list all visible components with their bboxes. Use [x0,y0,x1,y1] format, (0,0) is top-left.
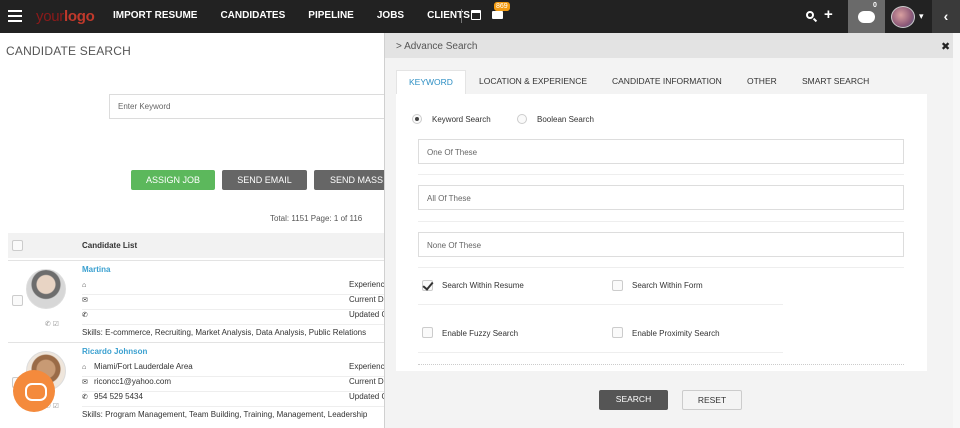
page-title: CANDIDATE SEARCH [6,44,131,58]
menu-pipeline[interactable]: PIPELINE [308,10,354,21]
experience-label: Experienc [349,362,385,371]
tab-smart-search[interactable]: SMART SEARCH [790,70,881,94]
candidate-name[interactable]: Martina [82,265,110,274]
current-label: Current D [349,377,384,386]
advance-search-panel: > Advance Search ✖ KEYWORD LOCATION & EX… [384,33,954,428]
phone-icon: ✆ [82,312,88,319]
page-scrollbar[interactable] [953,33,960,428]
keyword-search-radio[interactable] [412,114,422,124]
select-all-checkbox[interactable] [12,240,23,251]
candidate-skills: Skills: E-commerce, Recruiting, Market A… [82,328,367,337]
logo-text-your: your [36,8,64,25]
live-chat-icon[interactable] [13,370,55,412]
send-mass-email-button[interactable]: SEND MASS E [314,170,394,190]
tab-location-experience[interactable]: LOCATION & EXPERIENCE [467,70,599,94]
envelope-icon: ✉ [82,379,88,386]
reset-button[interactable]: RESET [682,390,742,410]
chat-bubble-icon [858,11,875,23]
search-within-form-checkbox[interactable] [612,280,623,291]
add-icon[interactable]: + [824,6,833,23]
keyword-tab-content: Keyword Search Boolean Search One Of The… [396,94,927,371]
field-divider [418,352,783,353]
candidate-location-line: ⌂ Miami/Fort Lauderdale Area Experienc [82,362,388,377]
all-of-these-field[interactable]: All Of These [418,185,904,210]
updated-label: Updated C [349,392,388,401]
none-of-these-field[interactable]: None Of These [418,232,904,257]
search-within-form-label: Search Within Form [632,281,703,290]
tab-other[interactable]: OTHER [735,70,789,94]
row-divider [8,342,388,343]
search-button[interactable]: SEARCH [599,390,668,410]
menu-candidates[interactable]: CANDIDATES [220,10,285,21]
menu-jobs[interactable]: JOBS [377,10,404,21]
panel-title: > Advance Search [396,41,478,52]
envelope-icon: ✉ [82,297,88,304]
menu-clients[interactable]: CLIENTS [427,10,470,21]
field-divider [418,221,904,222]
candidate-list-header: Candidate List [82,241,138,250]
top-nav: yourlogo IMPORT RESUME CANDIDATES PIPELI… [0,0,960,33]
candidate-skills: Skills: Program Management, Team Buildin… [82,410,368,419]
fuzzy-search-label: Enable Fuzzy Search [442,329,519,338]
brand-logo[interactable]: yourlogo [36,8,95,25]
phone-icon: ✆ [82,394,88,401]
candidate-location-line: ⌂ Experienc [82,280,388,295]
candidate-phone-line: ✆ 954 529 5434 Updated C [82,392,388,407]
tab-candidate-information[interactable]: CANDIDATE INFORMATION [600,70,734,94]
user-avatar[interactable] [891,6,915,28]
field-divider [418,267,904,268]
nav-divider [461,9,462,23]
search-within-resume-checkbox[interactable] [422,280,433,291]
chevron-down-icon[interactable]: ▾ [919,11,924,22]
candidate-phone-line: ✆ Updated C [82,310,388,325]
field-divider [418,304,783,305]
table-header: Candidate List [8,233,388,258]
home-icon: ⌂ [82,364,87,371]
hamburger-menu-icon[interactable] [8,10,22,22]
row-divider [8,260,388,261]
chat-button[interactable]: 0 [848,0,885,33]
panel-header: > Advance Search ✖ [385,33,954,58]
boolean-search-label: Boolean Search [537,115,594,124]
assign-job-button[interactable]: ASSIGN JOB [131,170,215,190]
updated-label: Updated C [349,310,388,319]
results-total: Total: 1151 Page: 1 of 116 [270,214,363,223]
candidate-photo [26,269,66,309]
keyword-input[interactable]: Enter Keyword [109,94,399,119]
row-checkbox[interactable] [12,295,23,306]
calendar-icon[interactable] [471,10,481,20]
contact-icons[interactable]: ✆ ☑ [45,320,59,328]
current-label: Current D [349,295,384,304]
close-icon[interactable]: ✖ [941,40,950,53]
candidate-location: Miami/Fort Lauderdale Area [94,362,193,371]
mail-count-badge: 869 [494,2,510,11]
chat-count-badge: 0 [873,2,877,9]
candidate-email-line: ✉ Current D [82,295,388,310]
proximity-search-label: Enable Proximity Search [632,329,720,338]
candidate-email[interactable]: riconcc1@yahoo.com [94,377,171,386]
mail-icon[interactable] [492,11,503,19]
experience-label: Experienc [349,280,385,289]
main-menu: IMPORT RESUME CANDIDATES PIPELINE JOBS C… [113,10,493,21]
tab-keyword[interactable]: KEYWORD [396,70,466,94]
fuzzy-search-checkbox[interactable] [422,327,433,338]
candidate-phone: 954 529 5434 [94,392,143,401]
search-tabs: KEYWORD LOCATION & EXPERIENCE CANDIDATE … [396,70,927,94]
logo-text-logo: logo [63,8,95,25]
one-of-these-field[interactable]: One Of These [418,139,904,164]
home-icon: ⌂ [82,282,87,289]
search-within-resume-label: Search Within Resume [442,281,524,290]
keyword-search-label: Keyword Search [432,115,491,124]
candidate-email-line: ✉ riconcc1@yahoo.com Current D [82,377,388,392]
boolean-search-radio[interactable] [517,114,527,124]
menu-import-resume[interactable]: IMPORT RESUME [113,10,197,21]
field-divider [418,174,904,175]
proximity-search-checkbox[interactable] [612,327,623,338]
candidate-name[interactable]: Ricardo Johnson [82,347,147,356]
search-icon[interactable] [806,11,814,19]
send-email-button[interactable]: SEND EMAIL [222,170,307,190]
chevron-left-icon[interactable]: ‹ [932,0,960,33]
dotted-divider [418,364,904,365]
